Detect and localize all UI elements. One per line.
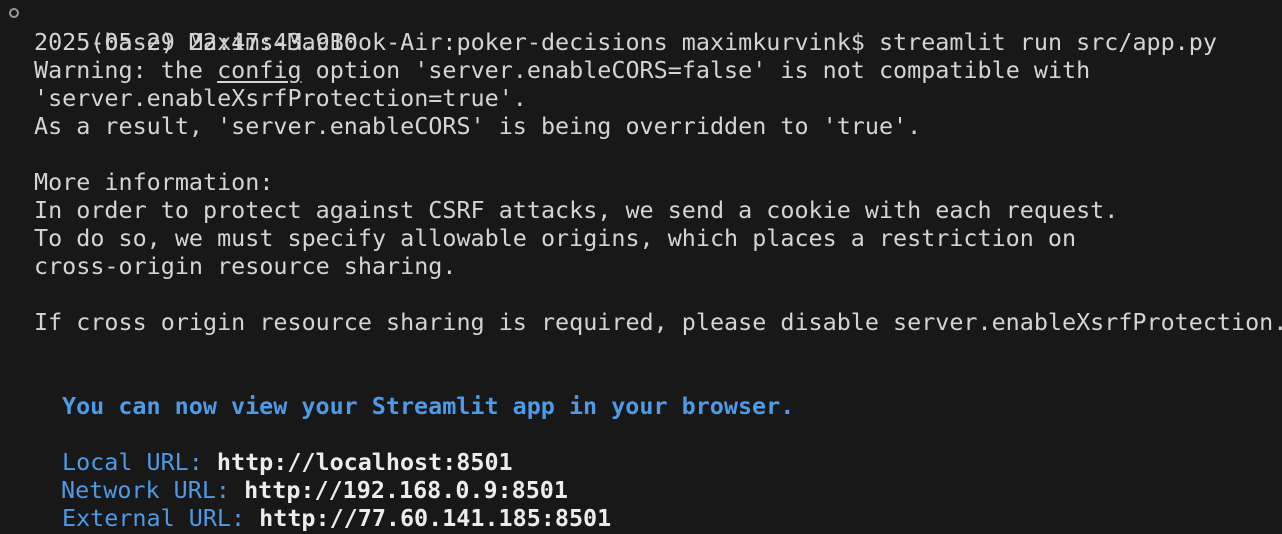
streamlit-banner: You can now view your Streamlit app in y… (62, 392, 795, 420)
external-url-label: External URL: (62, 504, 260, 532)
network-url-label: Network URL: (61, 476, 245, 504)
info-line-2: To do so, we must specify allowable orig… (34, 224, 1077, 252)
command-line: (base) Maxims-MacBook-Air:poker-decision… (0, 0, 1282, 56)
warning-line-2: 'server.enableXsrfProtection=true'. (34, 84, 527, 112)
info-line-1: In order to protect against CSRF attacks… (34, 196, 1119, 224)
external-url-row: External URL: http://77.60.141.185:8501 (0, 504, 1282, 532)
local-url-row: Local URL: http://localhost:8501 (0, 448, 1282, 476)
info-line-3: cross-origin resource sharing. (34, 252, 457, 280)
more-info-heading: More information: (34, 168, 274, 196)
warning-line-3: As a result, 'server.enableCORS' is bein… (34, 112, 922, 140)
terminal-window[interactable]: (base) Maxims-MacBook-Air:poker-decision… (0, 0, 1282, 534)
network-url-row: Network URL: http://192.168.0.9:8501 (0, 476, 1282, 504)
info-line-4: If cross origin resource sharing is requ… (34, 308, 1282, 336)
network-url-link[interactable]: http://192.168.0.9:8501 (244, 476, 568, 504)
warning-line-1: Warning: the config option 'server.enabl… (34, 56, 1091, 84)
local-url-link[interactable]: http://localhost:8501 (217, 448, 513, 476)
external-url-link[interactable]: http://77.60.141.185:8501 (259, 504, 611, 532)
local-url-label: Local URL: (62, 448, 217, 476)
log-timestamp: 2025-05-29 22:47:43.910 (34, 28, 358, 56)
command-status-circle-icon[interactable] (9, 8, 19, 18)
config-link[interactable]: config (217, 56, 302, 84)
